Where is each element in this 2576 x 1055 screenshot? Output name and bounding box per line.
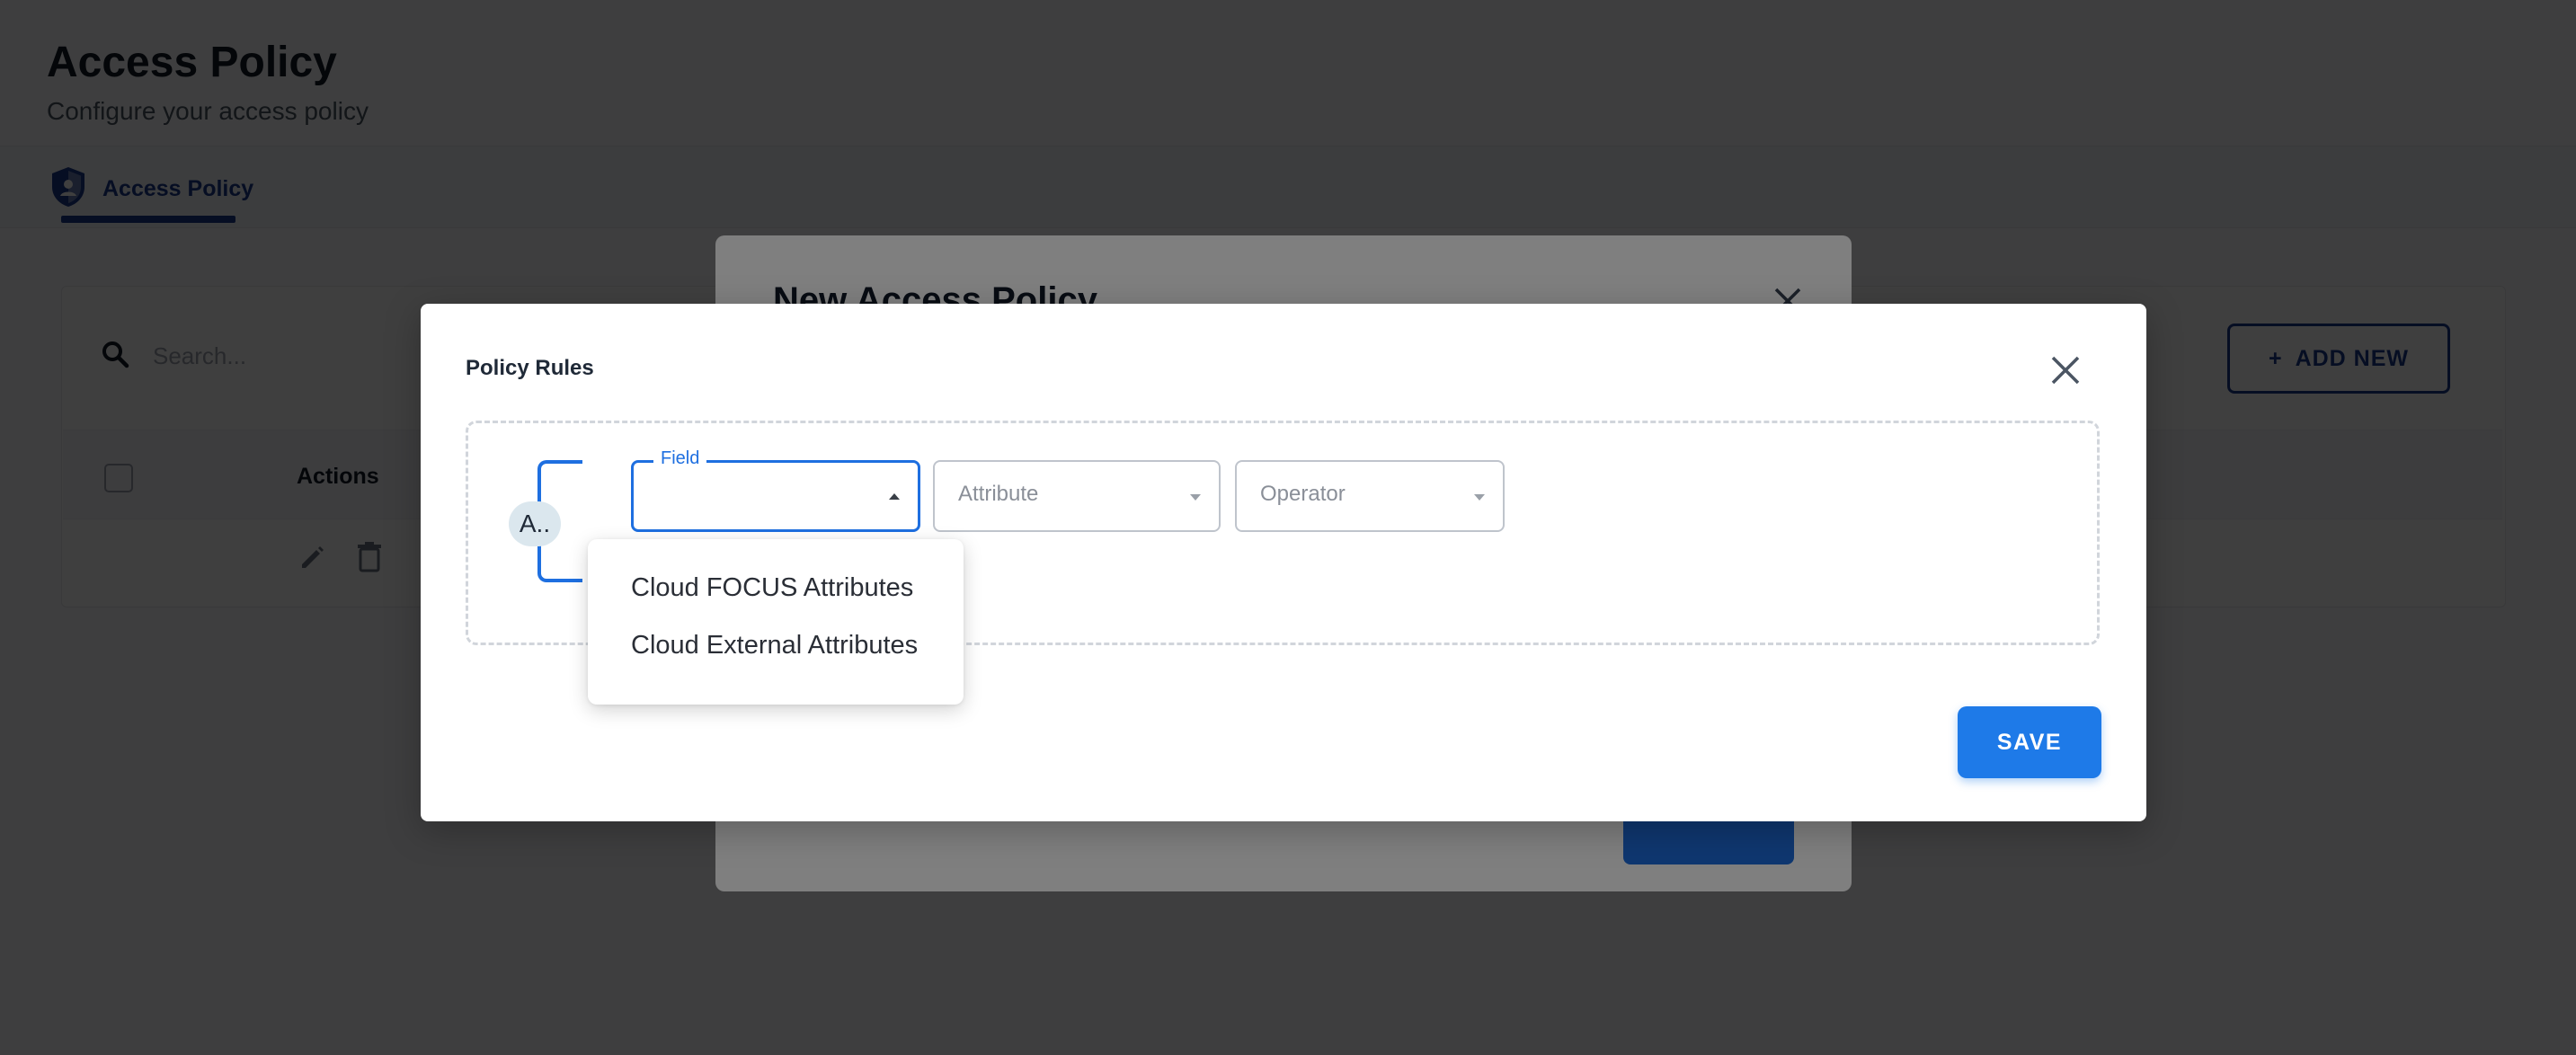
dialog-title: Policy Rules bbox=[466, 356, 594, 380]
field-options-menu: Cloud FOCUS Attributes Cloud External At… bbox=[588, 539, 964, 705]
chevron-down-icon bbox=[1190, 494, 1201, 501]
close-icon[interactable] bbox=[2047, 352, 2083, 388]
field-select[interactable]: Field bbox=[631, 448, 920, 532]
group-operator-chip[interactable]: A.. bbox=[509, 501, 561, 546]
field-label: Field bbox=[653, 448, 707, 469]
chevron-down-icon bbox=[1474, 494, 1485, 501]
attribute-select[interactable]: Attribute bbox=[933, 460, 1221, 532]
operator-select[interactable]: Operator bbox=[1235, 460, 1505, 532]
save-button[interactable]: SAVE bbox=[1958, 706, 2101, 778]
menu-item-cloud-external-attributes[interactable]: Cloud External Attributes bbox=[631, 631, 918, 660]
operator-placeholder: Operator bbox=[1260, 482, 1346, 506]
menu-item-cloud-focus-attributes[interactable]: Cloud FOCUS Attributes bbox=[631, 573, 913, 603]
attribute-placeholder: Attribute bbox=[958, 482, 1039, 506]
chevron-up-icon bbox=[889, 493, 900, 500]
